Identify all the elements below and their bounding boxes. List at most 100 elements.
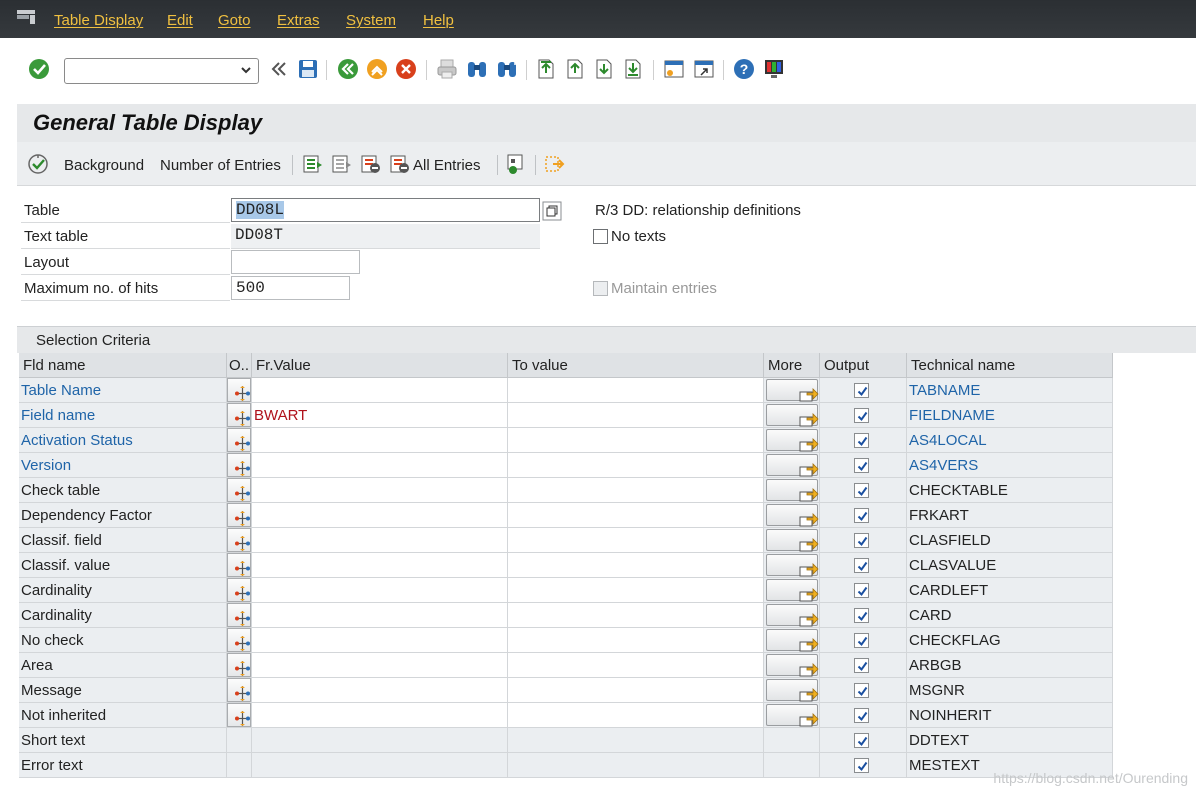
multiple-selection-button[interactable] [766,454,819,477]
chevron-down-icon[interactable] [240,64,252,76]
selection-option-button[interactable] [227,528,251,552]
selection-option-button[interactable] [227,503,251,527]
from-value-input[interactable] [252,628,508,653]
customize-layout-icon[interactable] [763,58,785,80]
menu-table-display[interactable]: Table Display [54,12,143,29]
from-value-input[interactable]: BWART [252,403,508,428]
column-header-more[interactable]: More [764,353,820,378]
all-entries-icon[interactable] [389,153,411,175]
next-page-icon[interactable] [593,58,615,80]
multiple-selection-button[interactable] [766,479,819,502]
menu-help[interactable]: Help [423,12,454,29]
to-value-input[interactable] [508,603,764,628]
output-checkbox[interactable] [854,708,869,723]
from-value-input[interactable] [252,428,508,453]
column-header-output[interactable]: Output [820,353,907,378]
multiple-selection-button[interactable] [766,379,819,402]
find-icon[interactable] [466,58,488,80]
output-checkbox[interactable] [854,633,869,648]
output-checkbox[interactable] [854,683,869,698]
to-value-input[interactable] [508,378,764,403]
to-value-input[interactable] [508,678,764,703]
output-checkbox[interactable] [854,658,869,673]
execute-background-icon[interactable] [27,153,49,175]
multiple-selection-button[interactable] [766,579,819,602]
from-value-input[interactable] [252,653,508,678]
selection-option-button[interactable] [227,453,251,477]
to-value-input[interactable] [508,528,764,553]
selection-option-button[interactable] [227,678,251,702]
from-value-input[interactable] [252,553,508,578]
from-value-input[interactable] [252,503,508,528]
column-header-from-value[interactable]: Fr.Value [252,353,508,378]
create-session-icon[interactable] [663,58,685,80]
from-value-input[interactable] [252,678,508,703]
menu-edit[interactable]: Edit [167,12,193,29]
multiple-selection-button[interactable] [766,629,819,652]
first-page-icon[interactable] [535,58,557,80]
create-shortcut-icon[interactable] [693,58,715,80]
selection-option-button[interactable] [227,703,251,727]
multiple-selection-button[interactable] [766,679,819,702]
menu-system[interactable]: System [346,12,396,29]
help-icon[interactable]: ? [733,58,755,80]
back-icon[interactable] [337,58,359,80]
output-checkbox[interactable] [854,558,869,573]
output-checkbox[interactable] [854,433,869,448]
no-texts-checkbox[interactable] [593,229,608,244]
previous-page-icon[interactable] [564,58,586,80]
value-help-icon[interactable] [542,201,562,221]
to-value-input[interactable] [508,453,764,478]
deselect-all-icon[interactable] [331,153,353,175]
selection-option-button[interactable] [227,653,251,677]
cancel-icon[interactable] [395,58,417,80]
multiple-selection-button[interactable] [766,604,819,627]
column-header-field-name[interactable]: Fld name [19,353,227,378]
selection-option-button[interactable] [227,378,251,402]
to-value-input[interactable] [508,703,764,728]
command-field[interactable] [64,58,259,84]
from-value-input[interactable] [252,578,508,603]
to-value-input[interactable] [508,578,764,603]
from-value-input[interactable] [252,478,508,503]
column-header-to-value[interactable]: To value [508,353,764,378]
output-checkbox[interactable] [854,533,869,548]
print-icon[interactable] [436,58,458,80]
output-checkbox[interactable] [854,508,869,523]
selection-option-button[interactable] [227,578,251,602]
from-value-input[interactable] [252,378,508,403]
from-value-input[interactable] [252,603,508,628]
max-hits-input[interactable]: 500 [231,276,350,300]
multiple-selection-button[interactable] [766,654,819,677]
to-value-input[interactable] [508,628,764,653]
enter-icon[interactable] [28,58,50,80]
column-header-option[interactable]: O.. [227,353,252,378]
multiple-selection-button[interactable] [766,704,819,727]
select-all-icon[interactable] [302,153,324,175]
output-checkbox[interactable] [854,408,869,423]
from-value-input[interactable] [252,528,508,553]
delete-selection-icon[interactable] [360,153,382,175]
table-input[interactable]: DD08L [231,198,540,222]
background-button[interactable]: Background [64,157,144,174]
number-of-entries-button[interactable]: Number of Entries [160,157,281,174]
multiple-selection-button[interactable] [766,554,819,577]
from-value-input[interactable] [252,703,508,728]
column-header-technical-name[interactable]: Technical name [907,353,1113,378]
output-checkbox[interactable] [854,758,869,773]
find-next-icon[interactable] [496,58,518,80]
selection-option-button[interactable] [227,403,251,427]
multiple-selection-button[interactable] [766,404,819,427]
to-value-input[interactable] [508,503,764,528]
to-value-input[interactable] [508,478,764,503]
output-checkbox[interactable] [854,733,869,748]
layout-input[interactable] [231,250,360,274]
multiple-selection-button[interactable] [766,429,819,452]
to-value-input[interactable] [508,553,764,578]
selection-option-button[interactable] [227,478,251,502]
selection-option-button[interactable] [227,628,251,652]
selection-option-button[interactable] [227,428,251,452]
selection-option-button[interactable] [227,603,251,627]
back-double-icon[interactable] [268,58,290,80]
output-checkbox[interactable] [854,583,869,598]
